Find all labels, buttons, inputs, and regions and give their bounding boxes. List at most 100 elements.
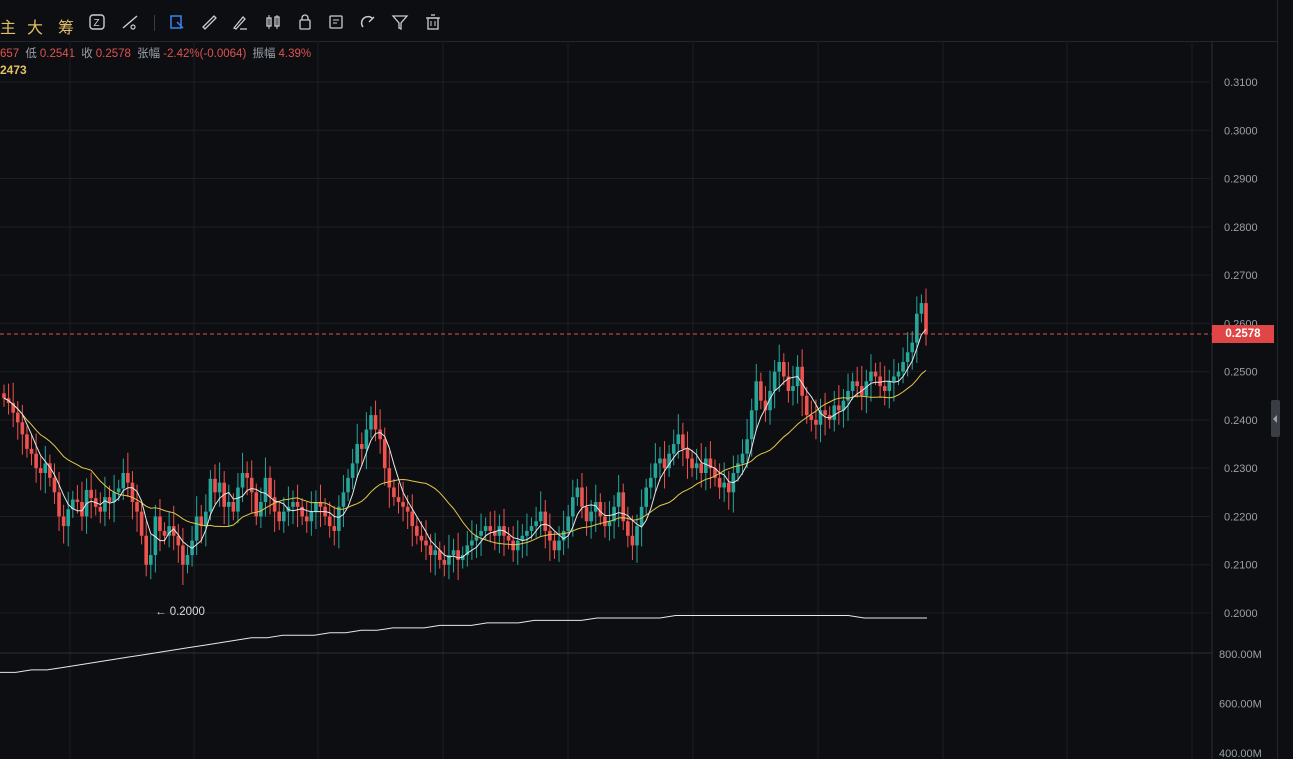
candle-body	[89, 489, 93, 499]
candle-body	[204, 511, 208, 527]
candle-body	[658, 458, 662, 464]
toolbar-label-big[interactable]: 大	[27, 14, 43, 38]
candle-body	[277, 511, 282, 522]
candle-body	[364, 429, 369, 449]
candle-body	[107, 497, 112, 502]
candle-body	[405, 506, 410, 512]
price-tick-label: 0.2100	[1224, 560, 1258, 572]
candle-body	[704, 458, 708, 474]
volume-tick-label: 600.00M	[1219, 699, 1262, 711]
toolbar-label-main[interactable]: 主	[0, 14, 16, 38]
candle-body	[304, 516, 309, 522]
drawing-toolbar: 主 大 筹 Z	[0, 0, 1277, 42]
candle-body	[355, 444, 360, 464]
candle-body	[130, 482, 135, 502]
candle-body	[470, 540, 474, 546]
candle-body	[896, 371, 901, 377]
candle-body	[424, 540, 428, 546]
candle-body	[598, 501, 603, 517]
candle-body	[515, 540, 520, 551]
candle-body	[479, 530, 483, 536]
candle-body	[832, 405, 837, 420]
candle-body	[630, 535, 635, 546]
collapse-panel-handle[interactable]	[1271, 400, 1280, 437]
candle-body	[369, 415, 373, 430]
candle-body	[387, 468, 392, 488]
candle-body	[538, 511, 543, 522]
candle-body	[754, 381, 759, 411]
trash-icon[interactable]	[424, 13, 442, 31]
candle-body	[38, 468, 43, 474]
candle-body	[29, 448, 34, 454]
note-icon[interactable]	[327, 13, 345, 31]
candle-body	[20, 422, 25, 435]
candle-body	[745, 439, 749, 454]
candle-body	[116, 488, 121, 493]
candle-body	[314, 501, 318, 512]
candle-body	[534, 521, 538, 527]
candle-body	[616, 492, 621, 507]
candle-body	[639, 506, 644, 527]
candles-icon[interactable]	[264, 13, 282, 31]
price-tick-label: 0.3000	[1224, 125, 1258, 137]
candle-body	[135, 501, 139, 512]
candle-body	[34, 453, 38, 469]
magnet-icon[interactable]	[359, 13, 377, 31]
candle-body	[506, 535, 511, 541]
rect-select-icon[interactable]	[168, 13, 186, 31]
price-tick-label: 0.2700	[1224, 270, 1258, 282]
candle-body	[162, 530, 167, 536]
candle-body	[887, 381, 892, 391]
ruler-icon[interactable]	[200, 13, 218, 31]
candle-body	[181, 545, 185, 565]
candle-body	[396, 497, 401, 502]
candle-body	[401, 501, 405, 507]
lock-icon[interactable]	[296, 13, 314, 31]
candle-body	[52, 477, 57, 493]
candle-body	[552, 540, 557, 551]
candle-body	[2, 393, 6, 399]
candle-body	[263, 477, 268, 502]
candle-body	[103, 497, 107, 512]
candle-body	[644, 487, 648, 507]
candle-body	[823, 410, 827, 416]
candle-body	[621, 492, 626, 522]
candle-body	[791, 386, 795, 391]
candle-body	[419, 535, 424, 541]
candle-body	[378, 429, 382, 440]
price-chart[interactable]: 0.31000.30000.29000.28000.27000.26000.25…	[0, 41, 1277, 759]
candle-body	[846, 390, 850, 401]
filter-icon[interactable]	[391, 13, 409, 31]
z-icon[interactable]: Z	[88, 13, 106, 31]
candle-body	[694, 463, 699, 469]
candle-body	[217, 482, 222, 493]
candle-body	[350, 463, 355, 478]
candle-body	[373, 415, 378, 430]
candle-body	[121, 473, 126, 489]
candle-body	[208, 478, 213, 512]
candle-body	[341, 492, 346, 507]
candle-body	[910, 342, 915, 353]
candle-body	[240, 473, 245, 488]
candle-body	[236, 487, 240, 512]
candle-body	[740, 453, 745, 464]
candle-body	[158, 516, 162, 531]
candle-body	[855, 381, 859, 387]
candle-body	[873, 371, 878, 377]
candle-body	[676, 434, 681, 445]
candle-body	[392, 487, 396, 498]
toolbar-label-chips[interactable]: 筹	[58, 14, 74, 38]
candle-body	[626, 521, 630, 536]
brush-icon[interactable]	[231, 13, 249, 31]
candle-body	[809, 415, 814, 420]
candle-body	[291, 501, 295, 507]
candle-body	[98, 506, 103, 512]
price-tick-label: 0.2400	[1224, 415, 1258, 427]
candle-body	[892, 376, 896, 382]
candle-body	[759, 381, 763, 401]
candle-body	[213, 478, 217, 493]
candle-body	[144, 535, 148, 565]
line-tool-icon[interactable]	[121, 13, 139, 31]
candle-body	[543, 511, 548, 531]
price-tick-label: 0.2800	[1224, 222, 1258, 234]
